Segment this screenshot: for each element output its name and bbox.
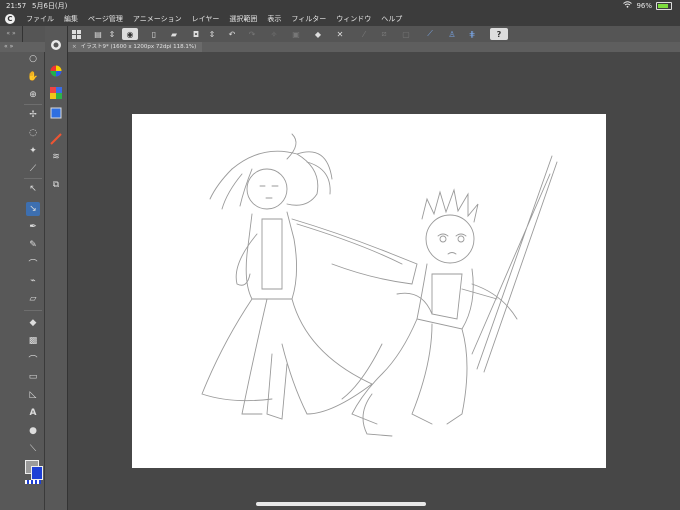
menu-animation[interactable]: アニメーション (133, 12, 182, 26)
save-icon[interactable]: ◘ (190, 28, 202, 40)
home-indicator[interactable] (256, 502, 426, 506)
balloon-icon[interactable]: ● (26, 424, 40, 438)
layer-icon[interactable] (49, 106, 63, 120)
battery-percent: 96% (636, 2, 652, 10)
pen-icon[interactable]: ✒ (26, 220, 40, 234)
status-right: 96% (623, 0, 672, 12)
stepper-icon[interactable]: ⇕ (106, 28, 118, 40)
color-wheel-icon[interactable] (49, 64, 63, 78)
sub-tool-icon[interactable]: ≋ (49, 150, 63, 164)
layer-property-icon[interactable]: ⧉ (49, 178, 63, 192)
transparent-swatch[interactable] (25, 480, 41, 484)
grid-icon[interactable] (70, 28, 82, 40)
eyedropper-icon[interactable]: ⟋ (26, 162, 40, 176)
invert-icon[interactable]: ⧄ (378, 28, 390, 40)
sub-color-swatch[interactable] (31, 466, 43, 480)
text-icon[interactable]: A (26, 406, 40, 420)
document-tab-bar: × イラスト9* (1600 x 1200px 72dpi 118.1%) (68, 42, 680, 52)
zoom-icon[interactable]: ⊕ (26, 88, 40, 102)
correction-icon[interactable]: ⟍ (26, 442, 40, 456)
status-date: 5月6日(月) (32, 2, 68, 10)
command-toolbar: ▤ ⇕ ◉ ▯ ▰ ◘ ⇕ ↶ ↷ ✧ ▣ ◆ ✕ ⁄ ⧄ ▢ ⟋ ♙ ⋕ ? (0, 26, 680, 43)
stepper-icon-2[interactable]: ⇕ (206, 28, 218, 40)
frame-icon[interactable]: ▭ (26, 370, 40, 384)
separator (24, 104, 42, 105)
menu-items: ファイル 編集 ページ管理 アニメーション レイヤー 選択範囲 表示 フィルター… (26, 12, 402, 26)
menu-help[interactable]: ヘルプ (381, 12, 402, 26)
gradient-icon[interactable]: ▩ (26, 334, 40, 348)
snap-special-icon[interactable]: ♙ (446, 28, 458, 40)
new-file-icon[interactable]: ▯ (148, 28, 160, 40)
eye-icon[interactable]: ◉ (122, 28, 138, 40)
menu-window[interactable]: ウィンドウ (336, 12, 371, 26)
operation-arrow-icon[interactable]: ↖ (26, 182, 40, 196)
ruler-icon[interactable]: ◺ (26, 388, 40, 402)
magnify-icon[interactable]: ○ (26, 52, 40, 66)
clear-icon[interactable]: ✧ (268, 28, 280, 40)
select-off-icon[interactable]: ⁄ (358, 28, 370, 40)
blend-icon[interactable]: ◆ (26, 316, 40, 330)
document-tab[interactable]: × イラスト9* (1600 x 1200px 72dpi 118.1%) (68, 42, 203, 52)
curve-icon[interactable]: ⌒ (26, 352, 40, 366)
color-set-icon[interactable] (49, 86, 63, 100)
menu-edit[interactable]: 編集 (64, 12, 78, 26)
navigator-icon[interactable] (49, 38, 63, 52)
lasso-icon[interactable]: ◌ (26, 126, 40, 140)
airbrush-icon[interactable]: ⌁ (26, 274, 40, 288)
crop-icon[interactable]: ▢ (400, 28, 412, 40)
snap-grid-icon[interactable]: ⋕ (466, 28, 478, 40)
snap-ruler-icon[interactable]: ⟋ (424, 28, 436, 40)
hand-icon[interactable]: ✋ (26, 70, 40, 84)
move-layer-icon[interactable]: ✢ (26, 108, 40, 122)
redo-icon[interactable]: ↷ (246, 28, 258, 40)
status-bar: 21:57 5月6日(月) 96% (0, 0, 680, 12)
brush-icon[interactable]: ⌒ (26, 256, 40, 270)
menu-view[interactable]: 表示 (267, 12, 281, 26)
menu-selection[interactable]: 選択範囲 (229, 12, 257, 26)
sketch-drawing (201, 133, 558, 437)
tool-palette-header[interactable]: « » (0, 42, 48, 52)
select-pen-icon[interactable]: ↘ (26, 202, 40, 216)
menu-layer[interactable]: レイヤー (192, 12, 220, 26)
document-tab-title: イラスト9* (1600 x 1200px 72dpi 118.1%) (80, 44, 197, 50)
close-tab-icon[interactable]: × (72, 42, 77, 52)
separator (24, 178, 42, 179)
clear-outside-icon[interactable]: ▣ (290, 28, 302, 40)
brush-size-icon[interactable] (49, 132, 63, 146)
status-time: 21:57 (6, 2, 27, 10)
eraser-icon[interactable]: ▱ (26, 292, 40, 306)
panel-icons: ≋ ⧉ (45, 26, 68, 510)
transform-icon[interactable]: ✕ (334, 28, 346, 40)
canvas-paper[interactable] (132, 114, 606, 468)
tool-palette: « » ○ ✋ ⊕ ✢ ◌ ✦ ⟋ ↖ ↘ ✒ ✎ ⌒ ⌁ ▱ ◆ ▩ ⌒ ▭ … (0, 42, 48, 510)
open-file-icon[interactable]: ▰ (168, 28, 180, 40)
wand-icon[interactable]: ✦ (26, 144, 40, 158)
menu-bar: C ファイル 編集 ページ管理 アニメーション レイヤー 選択範囲 表示 フィル… (0, 12, 680, 27)
fill-icon[interactable]: ◆ (312, 28, 324, 40)
app-logo-icon[interactable]: C (5, 14, 15, 24)
wifi-icon (623, 0, 633, 12)
separator (24, 310, 42, 311)
help-button[interactable]: ? (490, 28, 508, 40)
collapse-button[interactable]: « » (0, 26, 22, 42)
window-icon[interactable]: ▤ (92, 28, 104, 40)
pencil-icon[interactable]: ✎ (26, 238, 40, 252)
undo-icon[interactable]: ↶ (226, 28, 238, 40)
battery-icon (656, 2, 672, 10)
menu-file[interactable]: ファイル (26, 12, 54, 26)
menu-filter[interactable]: フィルター (291, 12, 326, 26)
menu-page[interactable]: ページ管理 (88, 12, 123, 26)
